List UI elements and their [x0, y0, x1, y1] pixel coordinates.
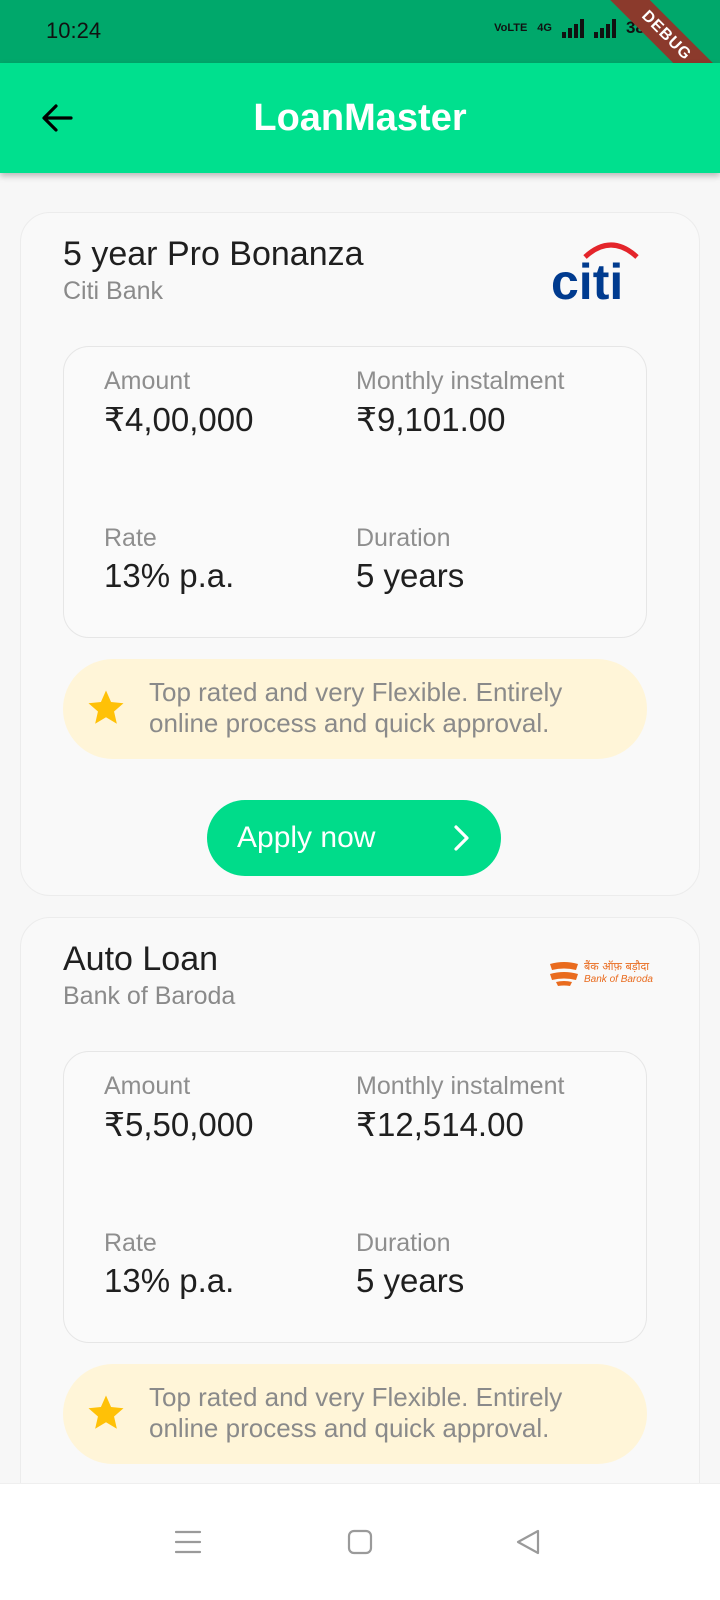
emi-value: ₹9,101.00 — [356, 401, 506, 438]
back-icon — [516, 1529, 540, 1555]
bank-name: Bank of Baroda — [63, 982, 236, 1010]
emi-value: ₹12,514.00 — [356, 1106, 524, 1143]
star-icon — [88, 1395, 124, 1429]
recents-button[interactable] — [168, 1522, 208, 1562]
amount-value: ₹4,00,000 — [104, 401, 254, 438]
citi-logo-text: citi — [551, 254, 623, 303]
rate-value: 13% p.a. — [104, 557, 235, 594]
amount-value: ₹5,50,000 — [104, 1106, 254, 1143]
feature-highlight: Top rated and very Flexible. Entirely on… — [63, 1364, 647, 1464]
citi-logo: citi — [551, 242, 639, 303]
logo-text-english: Bank of Baroda — [584, 974, 653, 985]
amount-field: Amount ₹5,50,000 — [104, 1072, 253, 1144]
rate-field: Rate 13% p.a. — [104, 1229, 234, 1300]
home-button[interactable] — [340, 1522, 380, 1562]
loan-title: Auto Loan — [63, 940, 219, 978]
amount-label: Amount — [104, 367, 191, 395]
amount-label: Amount — [104, 1072, 191, 1100]
signal-icon-2 — [593, 18, 616, 38]
highlight-text: Top rated and very Flexible. Entirely on… — [149, 677, 563, 738]
loan-list[interactable]: 5 year Pro Bonanza Citi Bank citi Amount… — [0, 173, 720, 1483]
amount-field: Amount ₹4,00,000 — [104, 367, 253, 439]
logo-text-hindi: बैंक ऑफ़ बड़ौदा — [584, 960, 650, 973]
emi-field: Monthly instalment ₹12,514.00 — [356, 1072, 564, 1144]
signal-icon — [561, 18, 584, 38]
rate-label: Rate — [104, 524, 157, 552]
duration-label: Duration — [356, 524, 451, 552]
duration-field: Duration 5 years — [356, 1229, 464, 1300]
rate-value: 13% p.a. — [104, 1262, 235, 1299]
highlight-text: Top rated and very Flexible. Entirely on… — [149, 1382, 563, 1443]
duration-field: Duration 5 years — [356, 524, 464, 595]
home-icon — [347, 1529, 373, 1555]
feature-highlight: Top rated and very Flexible. Entirely on… — [63, 659, 647, 759]
menu-icon — [174, 1530, 202, 1554]
apply-now-button[interactable]: Apply now — [207, 800, 501, 876]
chevron-right-icon — [454, 825, 469, 851]
bank-name: Citi Bank — [63, 277, 164, 305]
loan-details: Amount ₹5,50,000 Monthly instalment ₹12,… — [63, 1051, 647, 1343]
emi-label: Monthly instalment — [356, 1072, 565, 1100]
bank-of-baroda-logo: बैंक ऑफ़ बड़ौदा Bank of Baroda — [548, 960, 653, 990]
loan-details: Amount ₹4,00,000 Monthly instalment ₹9,1… — [63, 346, 647, 638]
duration-value: 5 years — [356, 1262, 465, 1299]
duration-value: 5 years — [356, 557, 465, 594]
emi-field: Monthly instalment ₹9,101.00 — [356, 367, 564, 439]
network-type: 4G — [537, 22, 552, 34]
star-icon — [88, 690, 124, 724]
status-bar: 10:24 VoLTE 4G 38% DEBUG — [0, 0, 720, 117]
duration-label: Duration — [356, 1229, 451, 1257]
loan-card: Auto Loan Bank of Baroda बैंक ऑफ़ बड़ौदा… — [20, 917, 700, 1483]
baroda-emblem-icon — [550, 962, 578, 986]
rate-field: Rate 13% p.a. — [104, 524, 234, 595]
app-title: LoanMaster — [253, 97, 467, 139]
apply-now-label: Apply now — [237, 821, 376, 854]
loan-title: 5 year Pro Bonanza — [63, 235, 364, 273]
app-bar: LoanMaster — [0, 63, 720, 173]
emi-label: Monthly instalment — [356, 367, 565, 395]
volte-indicator: VoLTE — [494, 22, 528, 34]
back-nav-button[interactable] — [508, 1522, 548, 1562]
system-nav-bar — [0, 1483, 720, 1600]
rate-label: Rate — [104, 1229, 157, 1257]
loan-card: 5 year Pro Bonanza Citi Bank citi Amount… — [20, 212, 700, 896]
status-time: 10:24 — [46, 18, 102, 43]
